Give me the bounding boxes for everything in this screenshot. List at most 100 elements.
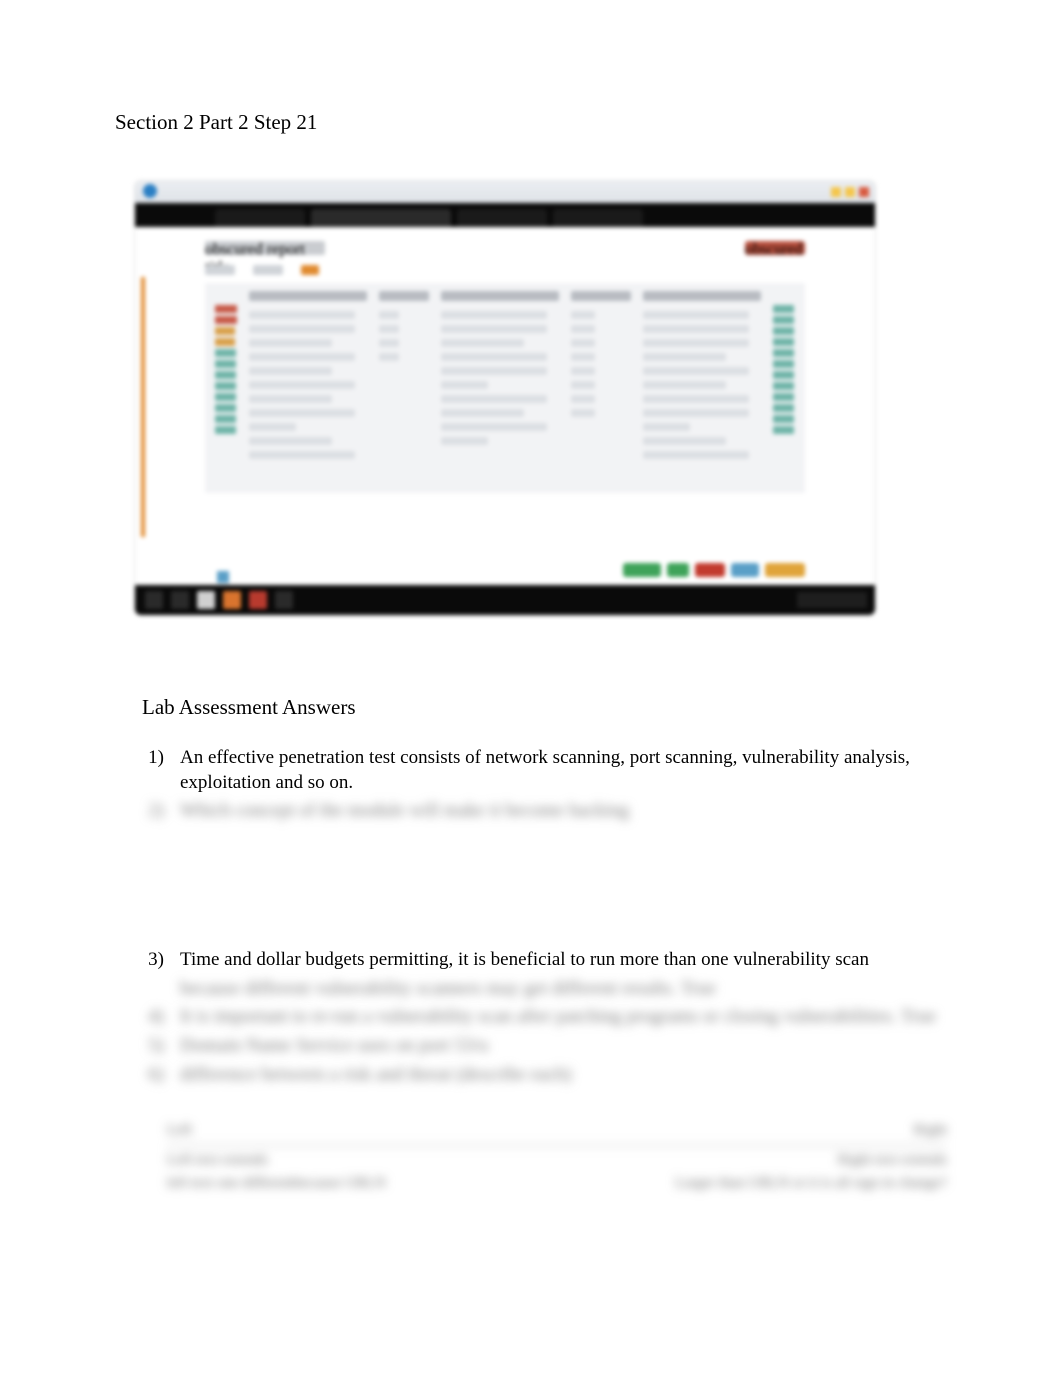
severity-bar: [773, 305, 794, 313]
table-cell: [571, 381, 595, 389]
qa-item-blurred: 5) Domain Name Service uses on port 53/u: [142, 1034, 947, 1059]
table-cell: [571, 395, 595, 403]
table-cell: [571, 325, 595, 333]
qa-list: 1) An effective penetration test consist…: [142, 746, 947, 1088]
qa-text: because different vulnerability scanners…: [180, 977, 947, 1002]
table-cell: [249, 381, 355, 389]
severity-bar: [773, 426, 794, 434]
app-content: obscured report title obscured: [135, 227, 875, 585]
sub-tab[interactable]: [253, 265, 283, 275]
qa-number: [142, 977, 164, 1002]
qa-number: 3): [142, 948, 164, 973]
action-button-red[interactable]: [695, 563, 725, 577]
severity-bar: [215, 404, 236, 412]
window-titlebar: [135, 181, 875, 203]
action-button-blue[interactable]: [731, 563, 759, 577]
taskbar-icon[interactable]: [171, 591, 189, 609]
table-cell: [643, 339, 749, 347]
table-cell: [571, 409, 595, 417]
footer-divider: [167, 1145, 947, 1146]
app-tab-bar: [135, 203, 875, 227]
app-tab[interactable]: [311, 209, 451, 227]
qa-text: It is important to re-run a vulnerabilit…: [180, 1005, 947, 1030]
status-icon: [217, 571, 229, 583]
taskbar-icon[interactable]: [223, 591, 241, 609]
action-button[interactable]: obscured: [745, 241, 805, 255]
table-cell: [249, 451, 355, 459]
taskbar-icon[interactable]: [197, 591, 215, 609]
footer-blurred: Left Right Left text extends Right text …: [167, 1122, 947, 1192]
taskbar-icon[interactable]: [145, 591, 163, 609]
footer-cell: Left text extends: [167, 1152, 268, 1169]
severity-bar: [773, 415, 794, 423]
app-tab[interactable]: [553, 209, 643, 227]
table-cell: [249, 339, 332, 347]
severity-bar: [215, 426, 236, 434]
table-cell: [643, 353, 726, 361]
qa-item-blurred: 4) It is important to re-run a vulnerabi…: [142, 1005, 947, 1030]
footer-cell: Right: [914, 1122, 947, 1139]
severity-bar: [215, 415, 236, 423]
severity-bar: [215, 349, 236, 357]
qa-item: 3) Time and dollar budgets permitting, i…: [142, 948, 947, 973]
qa-item-blurred: 2) Which concept of the module will make…: [142, 799, 947, 824]
action-button-green[interactable]: [667, 563, 689, 577]
table-cell: [643, 381, 726, 389]
table-cell: [249, 423, 296, 431]
severity-bar: [773, 404, 794, 412]
action-button-yellow[interactable]: [765, 563, 805, 577]
severity-bar: [773, 393, 794, 401]
sub-tab[interactable]: [205, 265, 235, 275]
qa-item: 1) An effective penetration test consist…: [142, 746, 947, 795]
table-cell: [571, 339, 595, 347]
maximize-icon[interactable]: [845, 187, 855, 197]
severity-bar: [215, 371, 236, 379]
footer-cell: Larger than URLN or it is all sign in ch…: [675, 1175, 947, 1192]
taskbar-tray[interactable]: [797, 592, 867, 608]
qa-text: An effective penetration test consists o…: [180, 746, 947, 795]
table-cell: [643, 367, 749, 375]
app-tab[interactable]: [215, 209, 305, 227]
minimize-icon[interactable]: [831, 187, 841, 197]
taskbar-icon[interactable]: [249, 591, 267, 609]
qa-text: Which concept of the module will make it…: [180, 799, 947, 824]
severity-bar: [215, 338, 235, 346]
action-button-row: [623, 563, 805, 577]
table-cell: [249, 311, 355, 319]
taskbar-icon[interactable]: [275, 591, 293, 609]
footer-cell: Right text extends: [838, 1152, 947, 1169]
table-cell: [441, 409, 524, 417]
taskbar: [135, 585, 875, 615]
sidebar-accent: [141, 277, 145, 537]
table-cell: [441, 437, 488, 445]
column-header: [249, 291, 367, 301]
action-button-green[interactable]: [623, 563, 661, 577]
footer-cell: left text one differentbecause URLN: [167, 1175, 386, 1192]
table-cell: [643, 311, 749, 319]
column-header: [571, 291, 631, 301]
footer-cell: Left: [167, 1122, 192, 1139]
qa-item-blurred: because different vulnerability scanners…: [142, 977, 947, 1002]
table-cell: [643, 395, 749, 403]
embedded-screenshot: obscured report title obscured: [135, 181, 875, 615]
severity-bar: [773, 382, 794, 390]
severity-bar: [773, 349, 794, 357]
table-cell: [249, 353, 355, 361]
column-header: [441, 291, 559, 301]
sub-tab-active[interactable]: [301, 265, 319, 275]
qa-number: 6): [142, 1063, 164, 1088]
severity-bar: [215, 327, 235, 335]
table-cell: [643, 437, 726, 445]
table-cell: [379, 339, 399, 347]
column-header: [379, 291, 429, 301]
app-tab[interactable]: [457, 209, 547, 227]
qa-number: 5): [142, 1034, 164, 1059]
report-heading: obscured report title: [205, 241, 325, 255]
severity-bar: [773, 338, 794, 346]
table-cell: [441, 339, 524, 347]
app-icon: [143, 184, 157, 198]
column-header: [643, 291, 761, 301]
table-cell: [441, 311, 547, 319]
close-icon[interactable]: [859, 187, 869, 197]
table-cell: [379, 311, 399, 319]
